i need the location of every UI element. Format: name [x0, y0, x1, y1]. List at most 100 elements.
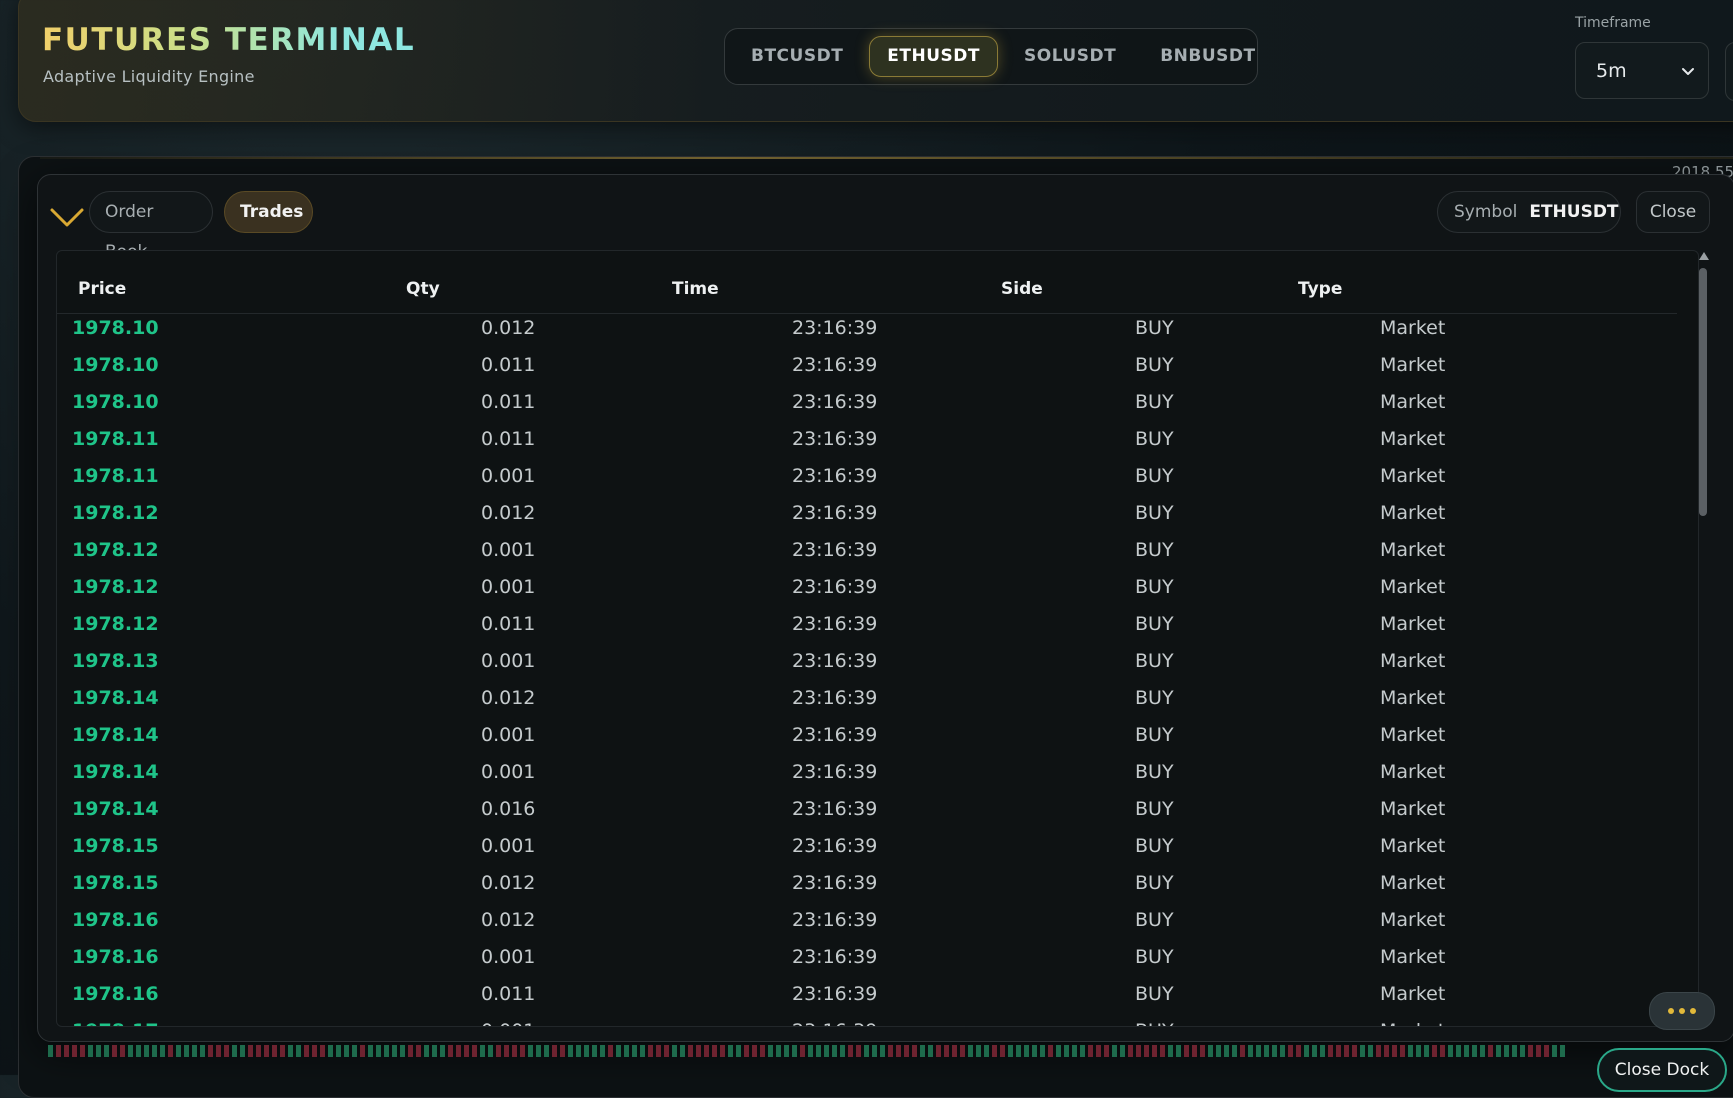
- trade-side: BUY: [1135, 798, 1174, 820]
- dock-symbol-label: Symbol: [1454, 202, 1518, 222]
- volume-bar: [600, 1045, 605, 1057]
- table-row: 1978.12 0.001 23:16:39 BUY Market: [57, 535, 1677, 572]
- volume-bar: [488, 1045, 493, 1057]
- chevron-down-icon[interactable]: [48, 204, 86, 230]
- symbol-tab-bnbusdt[interactable]: BNBUSDT: [1142, 36, 1273, 77]
- close-dock-button[interactable]: Close Dock: [1597, 1048, 1727, 1092]
- trade-qty: 0.012: [481, 872, 536, 894]
- volume-bar: [568, 1045, 573, 1057]
- volume-bar: [248, 1045, 253, 1057]
- table-row: 1978.12 0.012 23:16:39 BUY Market: [57, 498, 1677, 535]
- volume-bar: [456, 1045, 461, 1057]
- tab-order-book[interactable]: Order Book: [89, 191, 213, 262]
- volume-bar: [1344, 1045, 1349, 1057]
- volume-bar: [1416, 1045, 1421, 1057]
- volume-bar: [616, 1045, 621, 1057]
- volume-bar: [1216, 1045, 1221, 1057]
- volume-bar: [360, 1045, 365, 1057]
- scroll-up-arrow-icon[interactable]: [1699, 252, 1709, 260]
- trade-price: 1978.12: [72, 576, 159, 598]
- volume-bar: [344, 1045, 349, 1057]
- volume-bar: [1024, 1045, 1029, 1057]
- volume-bar: [960, 1045, 965, 1057]
- trade-type: Market: [1380, 613, 1446, 635]
- trade-qty: 0.011: [481, 983, 536, 1005]
- close-button[interactable]: Close: [1636, 191, 1710, 233]
- volume-bar: [120, 1045, 125, 1057]
- volume-bar: [320, 1045, 325, 1057]
- table-row: 1978.16 0.011 23:16:39 BUY Market: [57, 979, 1677, 1016]
- volume-bar: [200, 1045, 205, 1057]
- volume-bar: [1144, 1045, 1149, 1057]
- volume-bar: [424, 1045, 429, 1057]
- volume-bar: [1288, 1045, 1293, 1057]
- volume-bar: [56, 1045, 61, 1057]
- timeframe-select[interactable]: 5m: [1575, 42, 1709, 99]
- table-row: 1978.15 0.012 23:16:39 BUY Market: [57, 868, 1677, 905]
- volume-bar: [1400, 1045, 1405, 1057]
- trade-type: Market: [1380, 687, 1446, 709]
- volume-bar: [352, 1045, 357, 1057]
- volume-bar: [1176, 1045, 1181, 1057]
- volume-bar: [584, 1045, 589, 1057]
- volume-bar: [376, 1045, 381, 1057]
- volume-bar: [1512, 1045, 1517, 1057]
- volume-bar: [872, 1045, 877, 1057]
- symbol-tabs: BTCUSDT ETHUSDT SOLUSDT BNBUSDT: [724, 28, 1258, 85]
- trade-price: 1978.11: [72, 465, 159, 487]
- volume-bar: [432, 1045, 437, 1057]
- volume-bar: [176, 1045, 181, 1057]
- table-row: 1978.16 0.001 23:16:39 BUY Market: [57, 942, 1677, 979]
- volume-bar: [848, 1045, 853, 1057]
- volume-bar: [528, 1045, 533, 1057]
- trade-price: 1978.14: [72, 798, 159, 820]
- volume-bar: [304, 1045, 309, 1057]
- volume-bar: [1480, 1045, 1485, 1057]
- trade-qty: 0.012: [481, 687, 536, 709]
- header-edge-button[interactable]: [1725, 42, 1733, 101]
- trade-time: 23:16:39: [792, 1016, 877, 1026]
- trade-type: Market: [1380, 317, 1446, 339]
- more-dots-icon: [1679, 1008, 1685, 1014]
- symbol-tab-solusdt[interactable]: SOLUSDT: [1006, 36, 1134, 77]
- trade-qty: 0.001: [481, 1016, 535, 1026]
- tab-trades[interactable]: Trades: [224, 191, 313, 233]
- volume-bar: [1408, 1045, 1413, 1057]
- volume-bar: [968, 1045, 973, 1057]
- volume-bar: [72, 1045, 77, 1057]
- volume-bar: [280, 1045, 285, 1057]
- volume-bar: [552, 1045, 557, 1057]
- table-row: 1978.10 0.011 23:16:39 BUY Market: [57, 387, 1677, 424]
- volume-bar: [1440, 1045, 1445, 1057]
- trade-price: 1978.14: [72, 724, 159, 746]
- scrollbar-thumb[interactable]: [1699, 268, 1707, 516]
- volume-bar: [592, 1045, 597, 1057]
- volume-bar: [336, 1045, 341, 1057]
- symbol-tab-ethusdt[interactable]: ETHUSDT: [869, 36, 998, 77]
- trade-time: 23:16:39: [792, 502, 878, 524]
- volume-bar: [1320, 1045, 1325, 1057]
- volume-bar: [1496, 1045, 1501, 1057]
- trade-price: 1978.10: [72, 354, 159, 376]
- table-row: 1978.14 0.001 23:16:39 BUY Market: [57, 757, 1677, 794]
- trade-type: Market: [1380, 502, 1446, 524]
- table-row: 1978.10 0.011 23:16:39 BUY Market: [57, 350, 1677, 387]
- trade-type: Market: [1380, 576, 1446, 598]
- trade-time: 23:16:39: [792, 909, 878, 931]
- volume-bar: [88, 1045, 93, 1057]
- volume-bar: [920, 1045, 925, 1057]
- volume-bar: [688, 1045, 693, 1057]
- volume-bar: [208, 1045, 213, 1057]
- table-row: 1978.17 0.001 23:16:39 BUY Market: [57, 1016, 1677, 1026]
- volume-bar: [160, 1045, 165, 1057]
- trade-price: 1978.12: [72, 502, 159, 524]
- trade-type: Market: [1380, 983, 1446, 1005]
- volume-bar: [1040, 1045, 1045, 1057]
- symbol-tab-btcusdt[interactable]: BTCUSDT: [733, 36, 861, 77]
- volume-bar: [656, 1045, 661, 1057]
- trade-time: 23:16:39: [792, 428, 878, 450]
- table-row: 1978.14 0.012 23:16:39 BUY Market: [57, 683, 1677, 720]
- trade-price: 1978.17: [72, 1016, 159, 1026]
- volume-bar: [184, 1045, 189, 1057]
- more-button[interactable]: [1649, 992, 1715, 1030]
